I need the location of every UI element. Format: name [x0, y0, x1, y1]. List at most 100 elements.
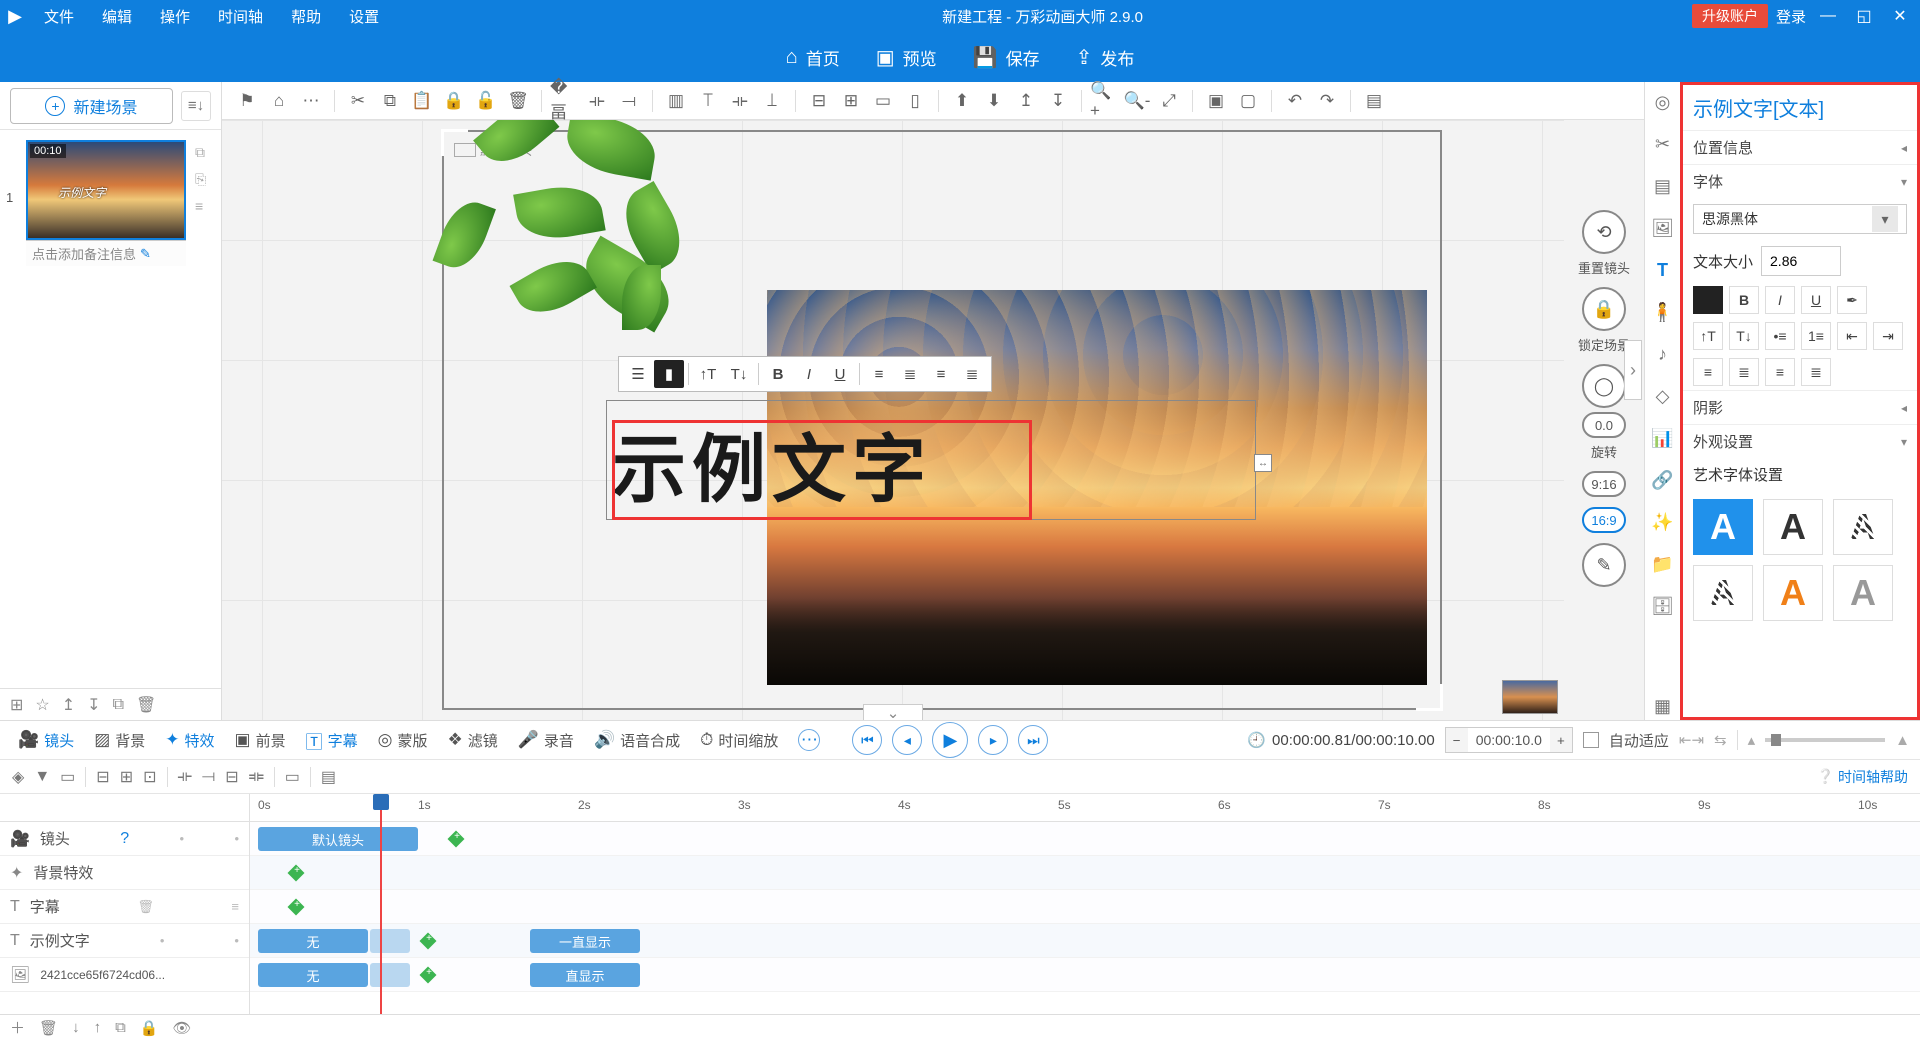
props-section-position[interactable]: 位置信息◂: [1683, 130, 1917, 164]
new-scene-button[interactable]: + 新建场景: [10, 88, 173, 124]
keyframe-add[interactable]: [288, 865, 305, 882]
ct-paste-icon[interactable]: 📋: [407, 87, 437, 115]
lb-copy-icon[interactable]: ⧉: [113, 696, 124, 714]
ct-distribute-h-icon[interactable]: ▥: [661, 87, 691, 115]
rs-target-icon[interactable]: ◎: [1649, 88, 1677, 116]
tl2-a3-icon[interactable]: ⊡: [143, 767, 156, 787]
tl2-b1-icon[interactable]: ⟛: [178, 768, 193, 786]
panel-collapse-icon[interactable]: ›: [1624, 340, 1642, 400]
info-icon[interactable]: ?: [120, 830, 129, 848]
ct-backward-icon[interactable]: ↧: [1043, 87, 1073, 115]
preview-button[interactable]: ▣预览: [876, 45, 937, 70]
track-bgfx[interactable]: ✦背景特效: [0, 856, 249, 890]
ct-lock-icon[interactable]: 🔒: [439, 87, 469, 115]
tl2-mark-icon[interactable]: ▭: [285, 767, 300, 787]
bb-up-icon[interactable]: ↑: [94, 1019, 102, 1036]
ct-redo-icon[interactable]: ↷: [1312, 87, 1342, 115]
artfont-6[interactable]: A: [1833, 565, 1893, 621]
next-frame-button[interactable]: ▸: [978, 725, 1008, 755]
al-center-button[interactable]: ≣: [1729, 358, 1759, 386]
ct-align-mid-icon[interactable]: ⟛: [725, 87, 755, 115]
indent-less-button[interactable]: ⇤: [1837, 322, 1867, 350]
italic-button[interactable]: I: [1765, 286, 1795, 314]
bb-trash-icon[interactable]: 🗑: [39, 1019, 58, 1037]
ct-align-bot-icon[interactable]: ⟘: [757, 87, 787, 115]
ct-zoom-out-icon[interactable]: 🔍-: [1122, 87, 1152, 115]
minimize-button[interactable]: —: [1814, 7, 1842, 25]
tl2-b2-icon[interactable]: ⟞: [202, 768, 215, 786]
italic-icon[interactable]: I: [794, 360, 824, 388]
tab-tts[interactable]: 🔊语音合成: [586, 726, 688, 755]
timeline-ruler[interactable]: 0s 1s 2s 3s 4s 5s 6s 7s 8s 9s 10s: [250, 794, 1920, 822]
ct-front-icon[interactable]: ⬆: [947, 87, 977, 115]
ct-flag-icon[interactable]: ⚑: [232, 87, 262, 115]
save-button[interactable]: 💾保存: [973, 45, 1040, 70]
rs-scissors-icon[interactable]: ✂: [1649, 130, 1677, 158]
bold-icon[interactable]: B: [763, 360, 793, 388]
lock-scene-button[interactable]: 🔒: [1582, 287, 1626, 331]
ct-group-icon[interactable]: ▣: [1201, 87, 1231, 115]
lb-add-icon[interactable]: ⊞: [10, 695, 23, 715]
artfont-2[interactable]: A: [1763, 499, 1823, 555]
track-image[interactable]: 🖼2421cce65f6724cd06...: [0, 958, 249, 992]
ct-delete-icon[interactable]: 🗑: [503, 87, 533, 115]
keyframe-add[interactable]: [420, 933, 437, 950]
rs-folder-icon[interactable]: 📁: [1649, 550, 1677, 578]
menu-help[interactable]: 帮助: [277, 6, 335, 27]
clip-text-none[interactable]: 无: [258, 929, 368, 953]
play-button[interactable]: ▶: [932, 722, 968, 758]
tl2-list-icon[interactable]: ▤: [321, 767, 336, 787]
login-button[interactable]: 登录: [1776, 6, 1806, 27]
fontsize-up-icon[interactable]: ↑T: [693, 360, 723, 388]
ct-zoom-in-icon[interactable]: 🔍+: [1090, 87, 1120, 115]
tab-effects[interactable]: ✦特效: [157, 726, 222, 755]
fontsize-down-icon[interactable]: T↓: [724, 360, 754, 388]
font-family-dropdown[interactable]: 思源黑体▾: [1693, 204, 1907, 234]
close-button[interactable]: ✕: [1886, 6, 1914, 26]
lb-down-icon[interactable]: ↧: [87, 695, 100, 715]
align-left-icon[interactable]: ≡: [864, 360, 894, 388]
bb-eye-icon[interactable]: 👁: [172, 1019, 191, 1037]
ct-home-icon[interactable]: ⌂: [264, 87, 294, 115]
autofit-icon1[interactable]: ⇤⇥: [1679, 731, 1704, 749]
rs-music-icon[interactable]: ♪: [1649, 340, 1677, 368]
list-ul-button[interactable]: •≡: [1765, 322, 1795, 350]
rs-image-icon[interactable]: 🖼: [1649, 214, 1677, 242]
ct-align-right-icon[interactable]: ⟞: [614, 87, 644, 115]
clip-show[interactable]: 直显示: [530, 963, 640, 987]
textcolor-icon[interactable]: ▮: [654, 360, 684, 388]
ct-layers-icon[interactable]: ▤: [1359, 87, 1389, 115]
to-start-button[interactable]: ⏮: [852, 725, 882, 755]
rs-link-icon[interactable]: 🔗: [1649, 466, 1677, 494]
rs-chart-icon[interactable]: 📊: [1649, 424, 1677, 452]
menu-edit[interactable]: 编辑: [88, 6, 146, 27]
tab-subtitle[interactable]: 🅃字幕: [298, 724, 366, 757]
playhead[interactable]: [380, 794, 382, 1014]
tl2-rect-icon[interactable]: ▭: [60, 767, 75, 787]
al-right-button[interactable]: ≡: [1765, 358, 1795, 386]
rs-text-icon[interactable]: T: [1649, 256, 1677, 284]
rs-magic-icon[interactable]: ✨: [1649, 508, 1677, 536]
props-section-shadow[interactable]: 阴影◂: [1683, 390, 1917, 424]
lb-star-icon[interactable]: ☆: [35, 695, 49, 715]
ct-forward-icon[interactable]: ↥: [1011, 87, 1041, 115]
trash-icon[interactable]: 🗑: [137, 899, 154, 915]
ratio-9-16-button[interactable]: 9:16: [1582, 471, 1626, 497]
ratio-16-9-button[interactable]: 16:9: [1582, 507, 1626, 533]
font-size-input[interactable]: [1761, 246, 1841, 276]
ct-dv2-icon[interactable]: ⊞: [836, 87, 866, 115]
canvas-expand-down-icon[interactable]: ⌄: [863, 704, 923, 720]
underline-button[interactable]: U: [1801, 286, 1831, 314]
text-color-button[interactable]: [1693, 286, 1723, 314]
track-subtitle[interactable]: T字幕🗑≡: [0, 890, 249, 924]
artfont-5[interactable]: A: [1763, 565, 1823, 621]
keyframe-add[interactable]: [448, 831, 465, 848]
ct-undo-icon[interactable]: ↶: [1280, 87, 1310, 115]
zoom-slider-left-icon[interactable]: ▴: [1748, 731, 1756, 749]
edit-pencil-button[interactable]: ✎: [1582, 543, 1626, 587]
scene-link-icon[interactable]: ⎘: [195, 171, 215, 188]
rs-person-icon[interactable]: 🧍: [1649, 298, 1677, 326]
clip-img-none[interactable]: 无: [258, 963, 368, 987]
menu-timeline[interactable]: 时间轴: [204, 6, 277, 27]
al-justify-button[interactable]: ≣: [1801, 358, 1831, 386]
